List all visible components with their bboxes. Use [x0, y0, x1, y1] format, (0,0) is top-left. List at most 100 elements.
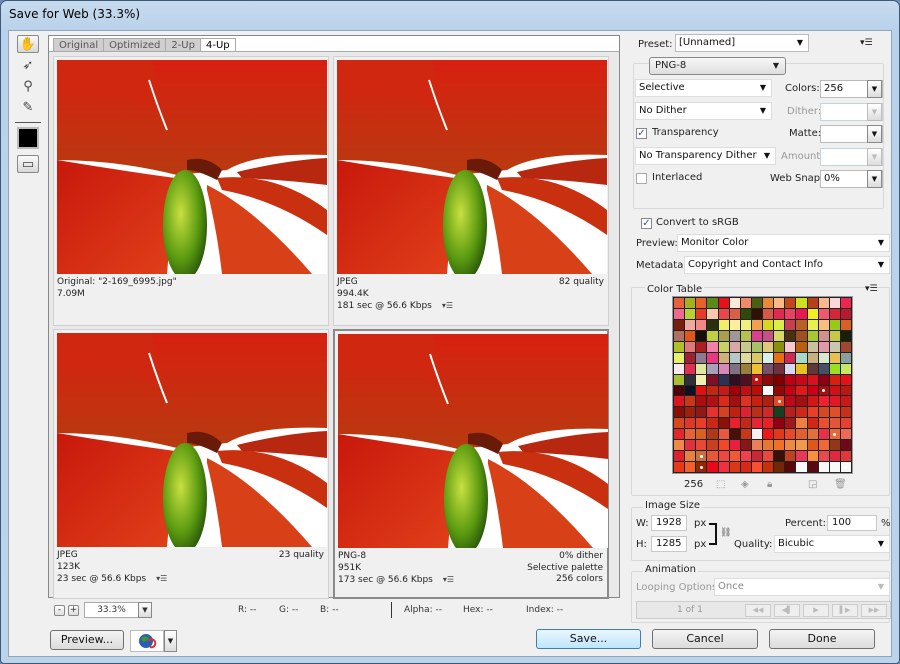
color-swatch[interactable]: [685, 451, 696, 462]
color-swatch[interactable]: [729, 385, 740, 396]
color-swatch[interactable]: [674, 440, 685, 451]
optimize-menu-icon[interactable]: ▾☰: [860, 38, 873, 48]
color-swatch[interactable]: [696, 298, 707, 308]
color-swatch[interactable]: [740, 363, 751, 374]
color-swatch[interactable]: [718, 418, 729, 429]
color-swatch[interactable]: [807, 330, 818, 341]
color-swatch[interactable]: [729, 451, 740, 462]
color-swatch[interactable]: [751, 298, 762, 308]
color-swatch[interactable]: [751, 385, 762, 396]
color-swatch[interactable]: [740, 385, 751, 396]
zoom-in-button[interactable]: +: [68, 605, 79, 616]
preview-button[interactable]: Preview...: [50, 630, 124, 650]
color-swatch[interactable]: [829, 396, 840, 407]
color-swatch[interactable]: [840, 440, 851, 451]
color-swatch[interactable]: [774, 363, 785, 374]
color-swatch[interactable]: [796, 319, 807, 330]
lock-color-icon[interactable]: 🔒︎: [767, 479, 772, 490]
color-swatch[interactable]: [707, 330, 718, 341]
color-swatch[interactable]: [774, 429, 785, 440]
color-table-grid[interactable]: [672, 296, 853, 474]
color-swatch[interactable]: [785, 429, 796, 440]
color-swatch[interactable]: [774, 330, 785, 341]
web-snap-value[interactable]: 0%: [824, 173, 840, 184]
color-swatch[interactable]: [774, 352, 785, 363]
download-speed-menu-icon[interactable]: ▾☰: [442, 301, 453, 310]
color-swatch[interactable]: [829, 352, 840, 363]
color-swatch[interactable]: [774, 308, 785, 319]
color-swatch[interactable]: [685, 429, 696, 440]
color-swatch[interactable]: [840, 352, 851, 363]
color-swatch[interactable]: [763, 341, 774, 352]
color-swatch[interactable]: [740, 462, 751, 472]
color-swatch[interactable]: [685, 418, 696, 429]
download-speed-menu-icon[interactable]: ▾☰: [156, 574, 167, 583]
color-swatch[interactable]: [807, 407, 818, 418]
color-swatch[interactable]: [718, 330, 729, 341]
color-swatch[interactable]: [818, 308, 829, 319]
color-swatch[interactable]: [796, 440, 807, 451]
color-swatch[interactable]: [707, 385, 718, 396]
color-swatch[interactable]: [818, 462, 829, 472]
color-swatch[interactable]: [674, 396, 685, 407]
color-swatch[interactable]: [729, 298, 740, 308]
color-swatch[interactable]: [740, 330, 751, 341]
color-swatch[interactable]: [707, 451, 718, 462]
color-swatch[interactable]: [763, 308, 774, 319]
slice-select-tool-icon[interactable]: ➶: [17, 56, 39, 74]
zoom-level-dropdown[interactable]: ▼: [138, 602, 152, 618]
color-swatch[interactable]: [829, 385, 840, 396]
color-swatch[interactable]: [696, 451, 707, 462]
color-swatch[interactable]: [829, 440, 840, 451]
color-swatch[interactable]: [740, 341, 751, 352]
eyedropper-color-swatch[interactable]: [17, 127, 39, 149]
color-swatch[interactable]: [751, 330, 762, 341]
color-swatch[interactable]: [807, 352, 818, 363]
color-swatch[interactable]: [685, 363, 696, 374]
color-swatch[interactable]: [729, 374, 740, 385]
color-swatch[interactable]: [729, 341, 740, 352]
color-swatch[interactable]: [685, 298, 696, 308]
color-swatch[interactable]: [796, 451, 807, 462]
color-swatch[interactable]: [818, 396, 829, 407]
color-swatch[interactable]: [774, 319, 785, 330]
color-swatch[interactable]: [740, 429, 751, 440]
color-swatch[interactable]: [840, 341, 851, 352]
color-swatch[interactable]: [718, 298, 729, 308]
color-swatch[interactable]: [796, 462, 807, 472]
chevron-down-icon[interactable]: ▼: [867, 170, 882, 188]
color-swatch[interactable]: [774, 462, 785, 472]
color-swatch[interactable]: [796, 385, 807, 396]
color-swatch[interactable]: [785, 308, 796, 319]
tab-optimized[interactable]: Optimized: [103, 38, 167, 52]
color-swatch[interactable]: [718, 440, 729, 451]
transparency-checkbox[interactable]: ✓: [636, 128, 647, 139]
color-swatch[interactable]: [674, 407, 685, 418]
color-swatch[interactable]: [696, 440, 707, 451]
toggle-slices-icon[interactable]: ▭: [17, 155, 39, 173]
tab-2-up[interactable]: 2-Up: [165, 38, 201, 52]
tab-original[interactable]: Original: [53, 38, 105, 52]
pane-png8[interactable]: 0% dither Selective palette 256 colors P…: [333, 329, 609, 599]
color-swatch[interactable]: [796, 418, 807, 429]
color-swatch[interactable]: [685, 374, 696, 385]
color-swatch[interactable]: [685, 330, 696, 341]
color-swatch[interactable]: [785, 298, 796, 308]
color-swatch[interactable]: [740, 319, 751, 330]
colors-combo[interactable]: 256 ▼: [820, 80, 883, 98]
color-swatch[interactable]: [718, 319, 729, 330]
color-swatch[interactable]: [807, 298, 818, 308]
percent-input[interactable]: 100: [827, 515, 877, 531]
color-swatch[interactable]: [818, 330, 829, 341]
color-swatch[interactable]: [751, 440, 762, 451]
color-swatch[interactable]: [718, 462, 729, 472]
image-preview[interactable]: [337, 60, 607, 274]
transparency-dither-select[interactable]: No Transparency Dither ▼: [635, 147, 776, 165]
color-swatch[interactable]: [763, 385, 774, 396]
format-select[interactable]: PNG-8 ▼: [649, 57, 786, 75]
color-swatch[interactable]: [840, 363, 851, 374]
color-swatch[interactable]: [840, 385, 851, 396]
color-swatch[interactable]: [740, 298, 751, 308]
color-swatch[interactable]: [685, 385, 696, 396]
color-swatch[interactable]: [818, 407, 829, 418]
